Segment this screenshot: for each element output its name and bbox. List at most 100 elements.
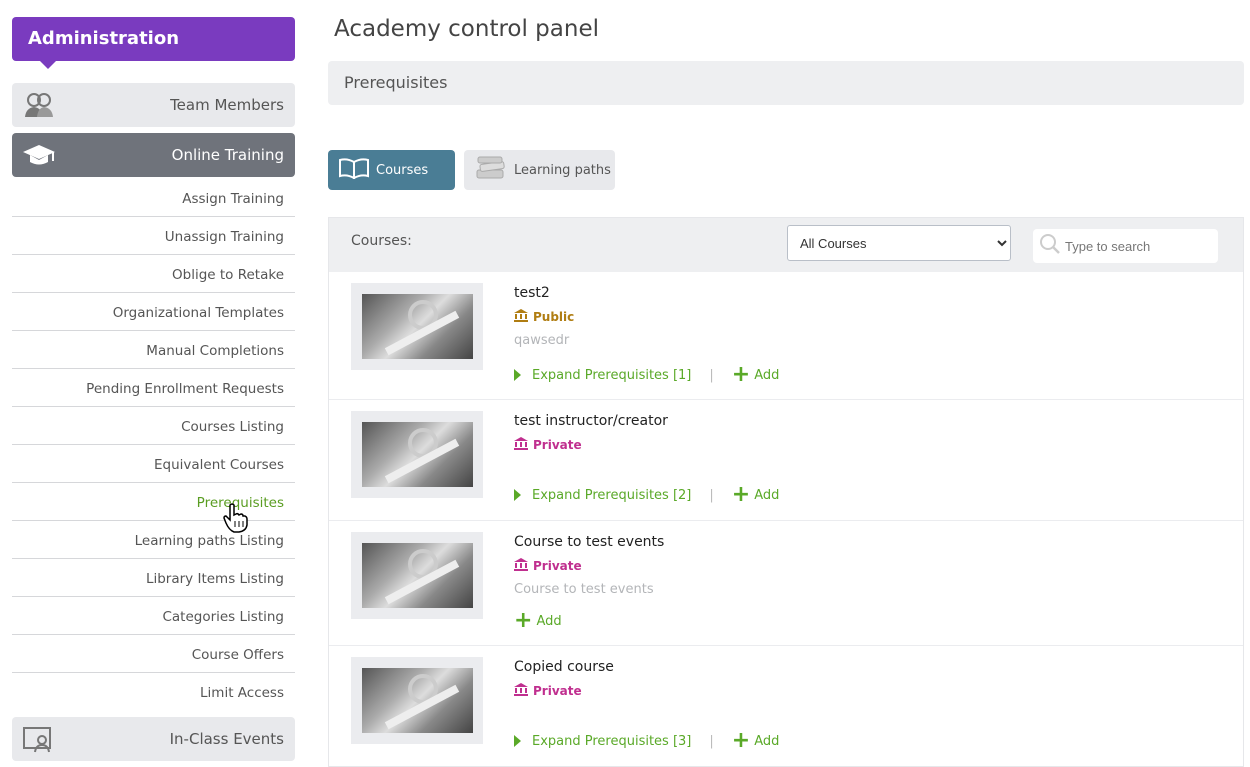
plus-icon: + xyxy=(731,728,751,753)
action-separator: | xyxy=(709,487,714,503)
add-label: Add xyxy=(754,487,780,503)
add-label: Add xyxy=(754,733,780,749)
add-prerequisite-link[interactable]: + Add xyxy=(731,362,780,387)
course-image xyxy=(361,668,473,733)
sidebar: Administration Team Members Online Train… xyxy=(12,17,295,761)
search-input[interactable] xyxy=(1065,238,1215,254)
add-prerequisite-link[interactable]: + Add xyxy=(514,608,562,633)
course-actions: Expand Prerequisites [3] | + Add xyxy=(514,728,780,753)
expand-prerequisites-label: Expand Prerequisites [2] xyxy=(532,487,692,503)
course-visibility-label: Private xyxy=(533,684,582,698)
course-row: test instructor/creator Private Expand P… xyxy=(329,400,1243,521)
sidebar-item-unassign-training[interactable]: Unassign Training xyxy=(12,217,295,255)
course-visibility-label: Private xyxy=(533,559,582,573)
nav-team-members[interactable]: Team Members xyxy=(12,83,295,127)
nav-online-training-label: Online Training xyxy=(171,146,284,164)
courses-panel: Courses: All Courses test2 Public qawsed… xyxy=(328,217,1244,767)
team-members-icon xyxy=(22,90,56,120)
add-prerequisite-link[interactable]: + Add xyxy=(731,482,780,507)
sidebar-item-equivalent-courses[interactable]: Equivalent Courses xyxy=(12,445,295,483)
course-description: qawsedr xyxy=(514,333,570,348)
course-image xyxy=(361,543,473,608)
course-row: Course to test events Private Course to … xyxy=(329,521,1243,646)
course-image xyxy=(361,422,473,487)
nav-online-training[interactable]: Online Training xyxy=(12,133,295,177)
add-label: Add xyxy=(754,367,780,383)
course-actions: Expand Prerequisites [2] | + Add xyxy=(514,482,780,507)
administration-header: Administration xyxy=(12,17,295,69)
sidebar-item-limit-access[interactable]: Limit Access xyxy=(12,673,295,711)
course-actions: Expand Prerequisites [1] | + Add xyxy=(514,362,780,387)
nav-team-members-label: Team Members xyxy=(170,96,284,114)
nav-in-class-events[interactable]: In-Class Events xyxy=(12,717,295,761)
tab-learning-paths[interactable]: Learning paths xyxy=(464,150,615,190)
course-visibility-label: Public xyxy=(533,310,575,324)
courses-label: Courses: xyxy=(351,233,412,249)
presentation-board-icon xyxy=(22,724,56,754)
section-title-bar: Prerequisites xyxy=(328,61,1244,105)
course-title[interactable]: Course to test events xyxy=(514,534,664,550)
course-image xyxy=(361,294,473,359)
tabs: Courses Learning paths xyxy=(328,150,615,190)
expand-triangle-icon xyxy=(514,735,521,747)
sidebar-item-courses-listing[interactable]: Courses Listing xyxy=(12,407,295,445)
sidebar-item-pending-enrollment-requests[interactable]: Pending Enrollment Requests xyxy=(12,369,295,407)
course-visibility: Private xyxy=(514,558,582,574)
expand-triangle-icon xyxy=(514,369,521,381)
course-description: Course to test events xyxy=(514,582,654,597)
plus-icon: + xyxy=(731,482,751,507)
sidebar-item-manual-completions[interactable]: Manual Completions xyxy=(12,331,295,369)
online-training-submenu: Assign Training Unassign Training Oblige… xyxy=(12,179,295,711)
tab-courses-label: Courses xyxy=(376,162,429,178)
hand-pointer-cursor-icon xyxy=(222,503,250,537)
institution-icon xyxy=(514,683,528,699)
course-visibility: Public xyxy=(514,309,574,325)
plus-icon: + xyxy=(731,362,751,387)
tab-courses[interactable]: Courses xyxy=(328,150,455,190)
expand-prerequisites-link[interactable]: Expand Prerequisites [3] xyxy=(514,734,691,749)
courses-toolbar: Courses: All Courses xyxy=(329,218,1243,272)
sidebar-item-categories-listing[interactable]: Categories Listing xyxy=(12,597,295,635)
course-title[interactable]: Copied course xyxy=(514,659,614,675)
course-title[interactable]: test2 xyxy=(514,285,550,301)
search-icon xyxy=(1039,233,1061,259)
institution-icon xyxy=(514,437,528,453)
add-label: Add xyxy=(536,613,562,629)
add-prerequisite-link[interactable]: + Add xyxy=(731,728,780,753)
course-thumbnail[interactable] xyxy=(351,532,483,619)
action-separator: | xyxy=(709,733,714,749)
open-book-icon xyxy=(338,157,370,183)
page-title: Academy control panel xyxy=(334,16,599,42)
course-visibility-label: Private xyxy=(533,438,582,452)
tab-learning-paths-label: Learning paths xyxy=(514,162,611,178)
sidebar-item-assign-training[interactable]: Assign Training xyxy=(12,179,295,217)
course-filter-select[interactable]: All Courses xyxy=(787,225,1011,261)
course-actions: + Add xyxy=(514,608,562,633)
expand-prerequisites-label: Expand Prerequisites [3] xyxy=(532,733,692,749)
action-separator: | xyxy=(709,367,714,383)
course-thumbnail[interactable] xyxy=(351,411,483,498)
expand-triangle-icon xyxy=(514,489,521,501)
sidebar-item-learning-paths-listing[interactable]: Learning paths Listing xyxy=(12,521,295,559)
sidebar-item-library-items-listing[interactable]: Library Items Listing xyxy=(12,559,295,597)
plus-icon: + xyxy=(514,608,533,633)
course-thumbnail[interactable] xyxy=(351,657,483,744)
expand-prerequisites-link[interactable]: Expand Prerequisites [2] xyxy=(514,488,691,503)
sidebar-item-oblige-to-retake[interactable]: Oblige to Retake xyxy=(12,255,295,293)
course-visibility: Private xyxy=(514,683,582,699)
search-box[interactable] xyxy=(1033,229,1218,263)
sidebar-item-course-offers[interactable]: Course Offers xyxy=(12,635,295,673)
course-row: Copied course Private Expand Prerequisit… xyxy=(329,646,1243,767)
course-title[interactable]: test instructor/creator xyxy=(514,413,668,429)
expand-prerequisites-link[interactable]: Expand Prerequisites [1] xyxy=(514,368,691,383)
expand-prerequisites-label: Expand Prerequisites [1] xyxy=(532,367,692,383)
institution-icon xyxy=(514,309,528,325)
book-stack-icon xyxy=(474,155,508,185)
course-thumbnail[interactable] xyxy=(351,283,483,370)
graduation-cap-icon xyxy=(22,140,56,170)
course-visibility: Private xyxy=(514,437,582,453)
sidebar-item-prerequisites[interactable]: Prerequisites xyxy=(12,483,295,521)
sidebar-item-organizational-templates[interactable]: Organizational Templates xyxy=(12,293,295,331)
nav-in-class-events-label: In-Class Events xyxy=(169,730,284,748)
institution-icon xyxy=(514,558,528,574)
